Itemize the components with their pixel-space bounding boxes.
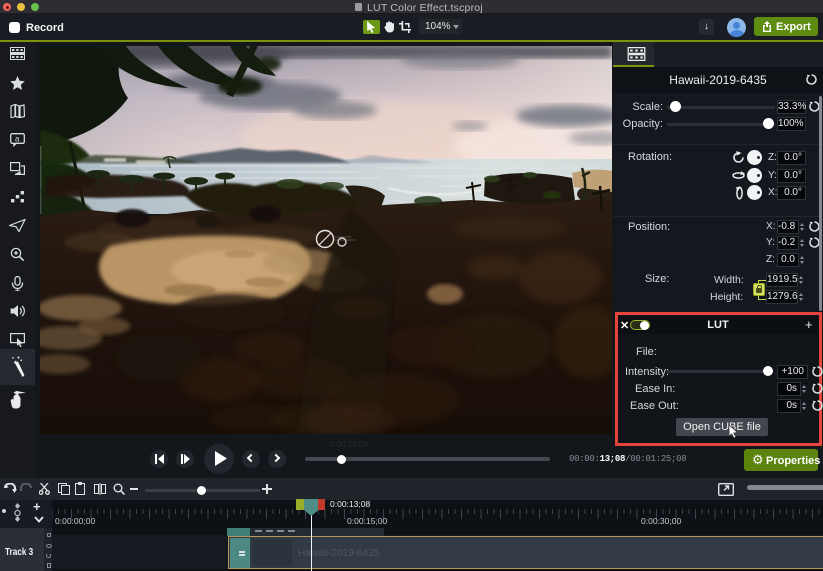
svg-text:a: a [15,135,20,144]
